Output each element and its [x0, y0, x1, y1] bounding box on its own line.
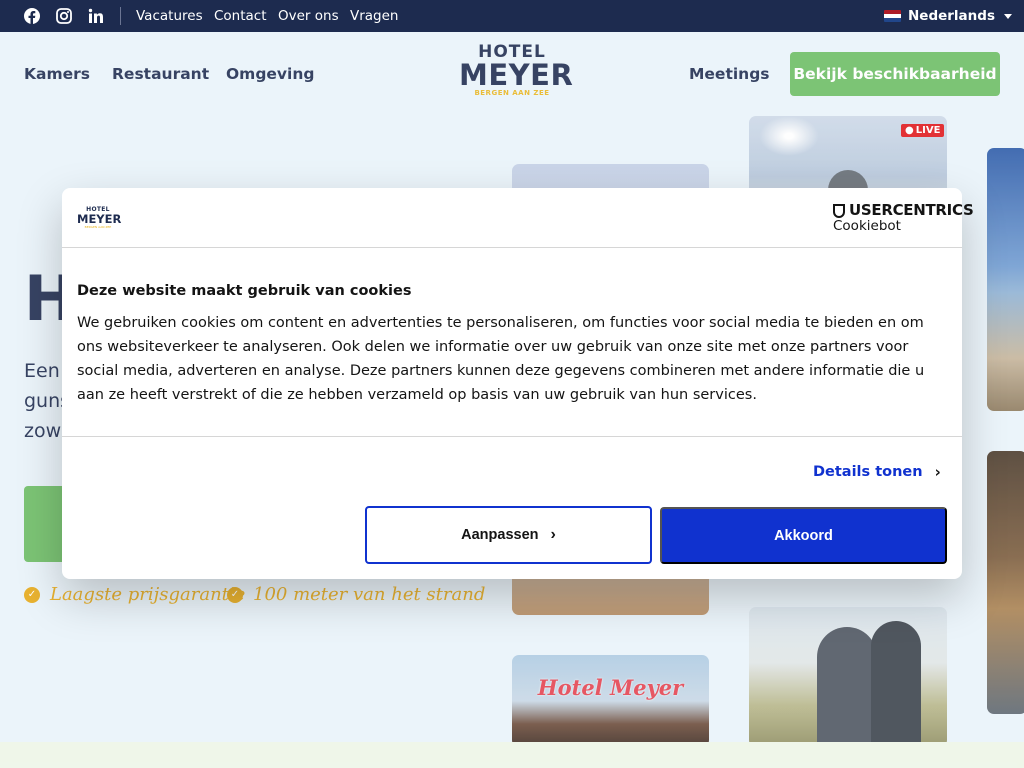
- usercentrics-logo[interactable]: USERCENTRICS Cookiebot: [833, 201, 974, 234]
- details-toggle-link[interactable]: Details tonen ›: [813, 463, 941, 481]
- over-ons-link[interactable]: Over ons: [278, 8, 339, 24]
- cookie-dialog-title: Deze website maakt gebruik van cookies: [77, 283, 412, 299]
- netherlands-flag-icon: [884, 10, 901, 22]
- linkedin-icon[interactable]: [88, 8, 104, 24]
- customize-label: Aanpassen: [461, 527, 539, 543]
- details-label: Details tonen: [813, 464, 923, 480]
- instagram-icon[interactable]: [56, 8, 72, 24]
- brand-sub-label: Cookiebot: [833, 218, 901, 234]
- divider: [62, 436, 962, 437]
- top-bar: Vacatures Contact Over ons Vragen Nederl…: [0, 0, 1024, 32]
- accept-button[interactable]: Akkoord: [660, 507, 947, 564]
- facebook-icon[interactable]: [24, 8, 40, 24]
- chevron-down-icon: [1003, 13, 1012, 19]
- contact-link[interactable]: Contact: [214, 8, 267, 24]
- cookie-consent-dialog: HOTEL MEYER BERGEN AAN ZEE USERCENTRICS …: [62, 188, 974, 579]
- vacatures-link[interactable]: Vacatures: [136, 8, 203, 24]
- hotel-meyer-logo: HOTEL MEYER BERGEN AAN ZEE: [77, 207, 122, 230]
- brand-label: USERCENTRICS: [849, 201, 974, 219]
- logo-line2: MEYER: [77, 212, 122, 226]
- language-selector[interactable]: Nederlands: [884, 8, 1012, 24]
- shield-icon: [833, 203, 845, 218]
- vragen-link[interactable]: Vragen: [350, 8, 399, 24]
- chevron-right-icon: ›: [550, 526, 556, 543]
- language-label: Nederlands: [908, 8, 995, 24]
- topbar-divider: [120, 7, 121, 25]
- cookie-dialog-body: We gebruiken cookies om content en adver…: [77, 315, 925, 403]
- chevron-right-icon: ›: [934, 463, 941, 481]
- cookie-dialog-header: HOTEL MEYER BERGEN AAN ZEE USERCENTRICS …: [62, 188, 974, 248]
- customize-button[interactable]: Aanpassen ›: [365, 506, 652, 564]
